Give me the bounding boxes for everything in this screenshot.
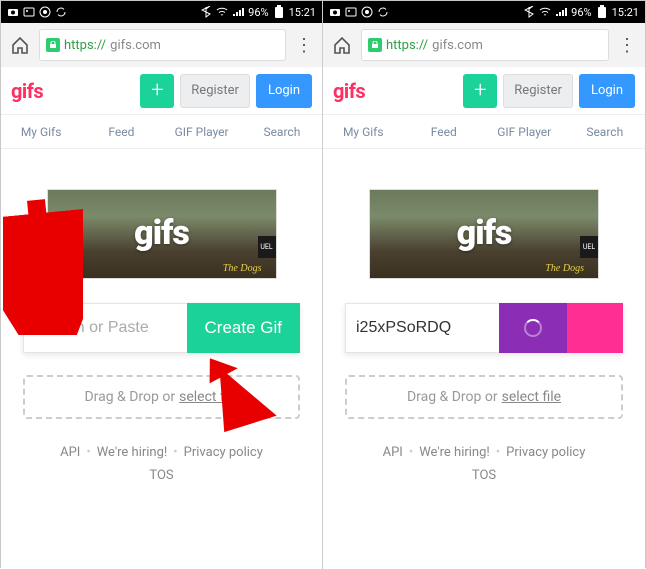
gallery-icon [23,6,35,18]
url-bar[interactable]: https:// gifs.com [39,29,286,61]
drop-text: Drag & Drop or [407,389,498,405]
hero-banner: gifs The Dogs UEL [369,189,599,279]
register-button[interactable]: Register [503,74,573,108]
url-domain: gifs.com [110,38,161,53]
browser-menu-icon[interactable]: ⋮ [615,35,639,56]
home-icon[interactable] [7,32,33,58]
search-input[interactable] [23,303,187,353]
url-domain: gifs.com [432,38,483,53]
wifi-icon [539,6,551,18]
status-bar: 96% 15:21 [323,1,645,23]
app-header: gifs + Register Login [323,67,645,115]
lock-icon [368,38,382,52]
footer-api[interactable]: API [383,445,403,460]
bluetooth-icon [523,6,535,18]
footer-privacy[interactable]: Privacy policy [184,445,263,460]
footer-links: API • We're hiring! • Privacy policy [323,445,645,460]
signal-icon [232,6,244,18]
footer-privacy[interactable]: Privacy policy [506,445,585,460]
footer-api[interactable]: API [60,445,80,460]
login-button[interactable]: Login [579,74,635,108]
status-bar: 96% 15:21 [1,1,322,23]
main-area: gifs The Dogs UEL Drag & Drop or select … [323,149,645,569]
nav-gif-player[interactable]: GIF Player [162,125,242,139]
browser-bar: https:// gifs.com ⋮ [1,23,322,67]
nav-feed[interactable]: Feed [81,125,161,139]
nav-search[interactable]: Search [242,125,322,139]
browser-menu-icon[interactable]: ⋮ [292,35,316,56]
time-text: 15:21 [289,6,316,19]
hero-title: gifs [457,213,512,253]
spinner-icon [524,319,542,337]
hero-subtitle: The Dogs [223,263,262,274]
hero-banner: gifs The Dogs UEL [47,189,277,279]
right-screenshot: 96% 15:21 https:// gifs.com ⋮ gifs + Regi… [323,1,645,569]
footer-links: API • We're hiring! • Privacy policy [1,445,322,460]
loading-spinner-area [499,303,567,353]
drop-text: Drag & Drop or [84,389,175,405]
create-gif-button[interactable]: Create Gif [187,303,300,353]
footer-tos[interactable]: TOS [323,468,645,483]
sync-icon [55,6,67,18]
url-scheme: https:// [386,38,428,53]
time-text: 15:21 [612,6,639,19]
add-button[interactable]: + [140,74,174,108]
logo[interactable]: gifs [11,79,43,103]
drop-zone[interactable]: Drag & Drop or select file [23,375,300,419]
footer-hiring[interactable]: We're hiring! [97,445,168,460]
lock-icon [46,38,60,52]
add-button[interactable]: + [463,74,497,108]
loading-button[interactable] [499,303,623,353]
chrome-icon [361,6,373,18]
app-header: gifs + Register Login [1,67,322,115]
sub-nav: My Gifs Feed GIF Player Search [1,115,322,149]
logo[interactable]: gifs [333,79,365,103]
url-bar[interactable]: https:// gifs.com [361,29,609,61]
bluetooth-icon [200,6,212,18]
nav-gif-player[interactable]: GIF Player [484,125,565,139]
search-row: Create Gif [23,303,300,353]
select-file-link[interactable]: select file [502,389,561,405]
chrome-icon [39,6,51,18]
battery-icon [596,6,608,18]
footer-hiring[interactable]: We're hiring! [419,445,490,460]
camera-icon [7,6,19,18]
battery-text: 96% [248,6,268,19]
nav-my-gifs[interactable]: My Gifs [1,125,81,139]
footer-tos[interactable]: TOS [1,468,322,483]
nav-feed[interactable]: Feed [404,125,485,139]
hero-title: gifs [134,213,189,253]
login-button[interactable]: Login [256,74,312,108]
main-area: gifs The Dogs UEL Create Gif Drag & Drop… [1,149,322,569]
url-scheme: https:// [64,38,106,53]
browser-bar: https:// gifs.com ⋮ [323,23,645,67]
left-screenshot: 96% 15:21 https:// gifs.com ⋮ gifs + Regi… [1,1,323,569]
select-file-link[interactable]: select file [179,389,238,405]
nav-my-gifs[interactable]: My Gifs [323,125,404,139]
search-row [345,303,623,353]
loading-accent [567,303,623,353]
hero-badge: UEL [580,236,598,258]
camera-icon [329,6,341,18]
drop-zone[interactable]: Drag & Drop or select file [345,375,623,419]
nav-search[interactable]: Search [565,125,646,139]
sync-icon [377,6,389,18]
sub-nav: My Gifs Feed GIF Player Search [323,115,645,149]
battery-icon [273,6,285,18]
search-input[interactable] [345,303,499,353]
gallery-icon [345,6,357,18]
signal-icon [555,6,567,18]
hero-subtitle: The Dogs [545,263,584,274]
register-button[interactable]: Register [180,74,250,108]
hero-badge: UEL [258,236,276,258]
wifi-icon [216,6,228,18]
home-icon[interactable] [329,32,355,58]
battery-text: 96% [571,6,591,19]
